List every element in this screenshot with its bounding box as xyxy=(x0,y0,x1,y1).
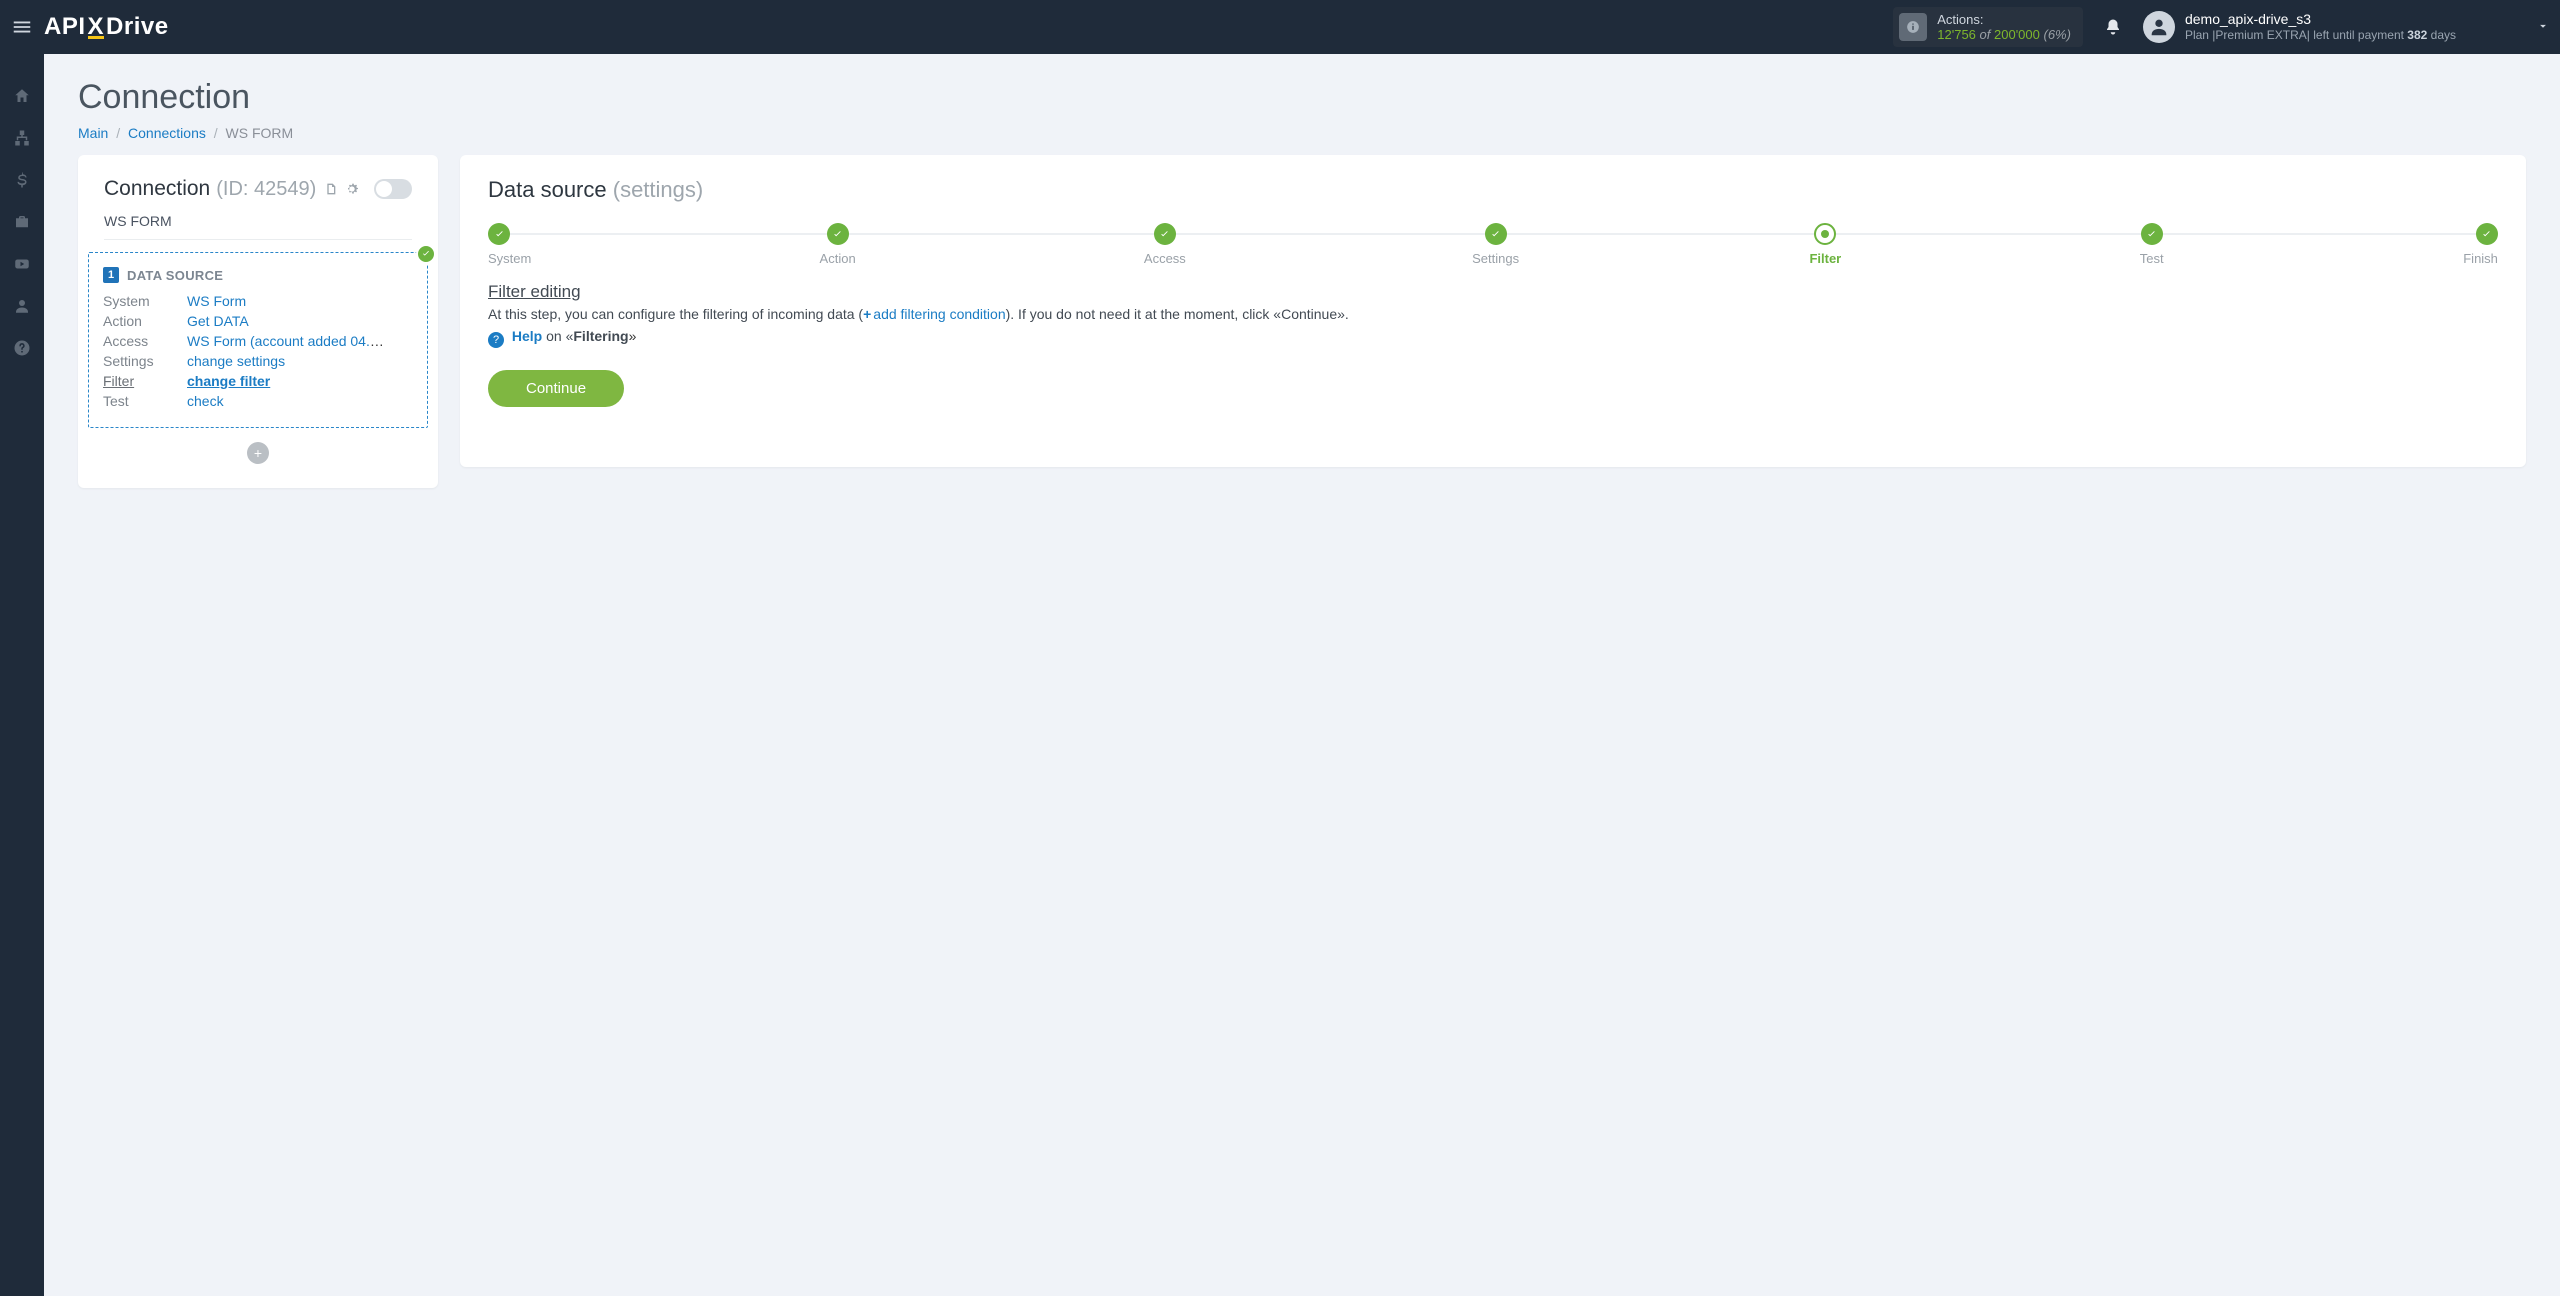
settings-gear-button[interactable] xyxy=(344,181,360,197)
ds-test-link[interactable]: check xyxy=(187,393,224,409)
sitemap-icon xyxy=(12,129,32,147)
info-icon xyxy=(1899,13,1927,41)
crumb-connections[interactable]: Connections xyxy=(128,125,206,141)
nav-billing[interactable] xyxy=(0,164,44,196)
user-icon xyxy=(13,297,31,315)
step-finish[interactable]: Finish xyxy=(2458,223,2498,266)
actions-used: 12'756 xyxy=(1937,27,1976,42)
help-line: ? Help on «Filtering» xyxy=(488,328,2498,348)
step-action[interactable]: Action xyxy=(818,223,858,266)
add-filter-condition-link[interactable]: +add filtering condition xyxy=(863,306,1006,322)
section-description: At this step, you can configure the filt… xyxy=(488,306,2498,322)
nav-user[interactable] xyxy=(0,290,44,322)
connection-card-title: Connection xyxy=(104,177,210,201)
ds-access-link[interactable]: WS Form (account added 04.0… xyxy=(187,333,387,349)
ds-settings-link[interactable]: change settings xyxy=(187,353,285,369)
step-done-icon xyxy=(488,223,510,245)
chevron-down-icon xyxy=(2536,19,2550,36)
notifications-button[interactable] xyxy=(2093,7,2133,47)
step-done-icon xyxy=(2141,223,2163,245)
ds-system-link[interactable]: WS Form xyxy=(187,293,246,309)
step-filter[interactable]: Filter xyxy=(1805,223,1845,266)
gear-icon xyxy=(344,181,360,197)
ds-filter-link[interactable]: change filter xyxy=(187,373,270,389)
step-done-icon xyxy=(2476,223,2498,245)
menu-toggle-button[interactable] xyxy=(0,0,44,54)
user-menu[interactable]: demo_apix-drive_s3 Plan |Premium EXTRA| … xyxy=(2143,11,2550,44)
ds-panel-subtitle: (settings) xyxy=(613,177,703,202)
step-label: Filter xyxy=(1809,251,1841,266)
bell-icon xyxy=(2104,18,2122,36)
crumb-main[interactable]: Main xyxy=(78,125,108,141)
step-label: Action xyxy=(820,251,856,266)
check-icon xyxy=(416,244,436,264)
connection-card: Connection (ID: 42549) WS FORM 1 DATA SO… xyxy=(78,155,438,488)
home-icon xyxy=(13,87,31,105)
step-system[interactable]: System xyxy=(488,223,531,266)
question-icon xyxy=(13,339,31,357)
data-source-box[interactable]: 1 DATA SOURCE SystemWS Form ActionGet DA… xyxy=(88,252,428,428)
add-destination-button[interactable]: + xyxy=(247,442,269,464)
main-content: Connection Main / Connections / WS FORM … xyxy=(44,54,2560,1296)
step-test[interactable]: Test xyxy=(2132,223,2172,266)
ds-number-badge: 1 xyxy=(103,267,119,283)
nav-connections[interactable] xyxy=(0,122,44,154)
nav-home[interactable] xyxy=(0,80,44,112)
actions-of: of xyxy=(1980,27,1991,42)
connection-toggle[interactable] xyxy=(374,179,412,199)
user-name: demo_apix-drive_s3 xyxy=(2185,11,2456,29)
breadcrumb: Main / Connections / WS FORM xyxy=(78,125,2526,141)
ds-panel-title: Data source xyxy=(488,177,607,202)
topbar: APIXDrive Actions: 12'756 of 200'000 (6%… xyxy=(0,0,2560,54)
actions-label: Actions: xyxy=(1937,12,2071,27)
avatar-icon xyxy=(2143,11,2175,43)
crumb-current: WS FORM xyxy=(226,125,294,141)
step-label: Test xyxy=(2140,251,2164,266)
step-access[interactable]: Access xyxy=(1144,223,1186,266)
document-icon xyxy=(322,181,338,197)
section-title: Filter editing xyxy=(488,282,2498,302)
connection-name: WS FORM xyxy=(104,201,412,240)
actions-counter[interactable]: Actions: 12'756 of 200'000 (6%) xyxy=(1893,7,2083,47)
step-label: Finish xyxy=(2463,251,2498,266)
continue-button[interactable]: Continue xyxy=(488,370,624,407)
nav-video[interactable] xyxy=(0,248,44,280)
briefcase-icon xyxy=(13,213,31,231)
ds-box-title: DATA SOURCE xyxy=(127,268,223,283)
hamburger-icon xyxy=(11,16,33,38)
step-label: System xyxy=(488,251,531,266)
page-title: Connection xyxy=(78,78,2526,117)
logo[interactable]: APIXDrive xyxy=(44,13,169,41)
youtube-icon xyxy=(13,255,31,273)
nav-help[interactable] xyxy=(0,332,44,364)
step-done-icon xyxy=(827,223,849,245)
data-source-panel: Data source (settings) System Action Acces… xyxy=(460,155,2526,467)
actions-total: 200'000 xyxy=(1994,27,2040,42)
step-label: Settings xyxy=(1472,251,1519,266)
step-current-icon xyxy=(1814,223,1836,245)
help-icon: ? xyxy=(488,332,504,348)
step-settings[interactable]: Settings xyxy=(1472,223,1519,266)
dollar-icon xyxy=(13,171,31,189)
nav-briefcase[interactable] xyxy=(0,206,44,238)
user-plan: Plan |Premium EXTRA| left until payment … xyxy=(2185,28,2456,43)
step-done-icon xyxy=(1154,223,1176,245)
help-link[interactable]: Help xyxy=(512,328,542,344)
ds-action-link[interactable]: Get DATA xyxy=(187,313,249,329)
copy-button[interactable] xyxy=(322,181,338,197)
connection-id: (ID: 42549) xyxy=(216,178,316,201)
wizard-stepper: System Action Access Settings Filter Test Fini… xyxy=(488,223,2498,266)
actions-pct: (6%) xyxy=(2044,27,2071,42)
step-done-icon xyxy=(1485,223,1507,245)
left-rail xyxy=(0,54,44,1296)
step-label: Access xyxy=(1144,251,1186,266)
